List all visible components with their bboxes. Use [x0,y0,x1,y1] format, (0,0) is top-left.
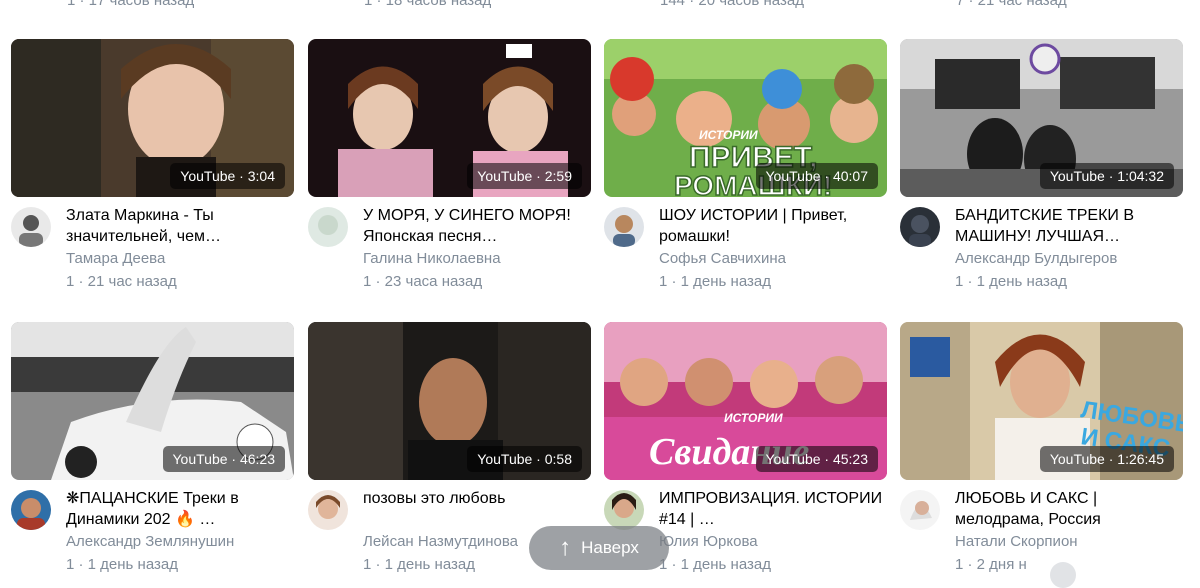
avatar[interactable] [900,490,940,530]
video-meta: 1 · 1 день назад [659,556,771,573]
video-author[interactable]: Галина Николаевна [363,250,501,267]
video-meta: 1 · 1 день назад [363,556,475,573]
video-card[interactable]: YouTube · 46:23 ❋ПАЦАНСКИЕ Треки в Динам… [11,322,294,588]
top-row-meta-1: 1 · 17 часов назад [67,0,195,9]
video-author[interactable]: Юлия Юркова [659,533,758,550]
video-title[interactable]: Злата Маркина - Ты значительней, чем… [66,205,291,247]
scroll-to-top-label: Наверх [581,538,639,557]
duration-badge: YouTube · 0:58 [467,446,582,472]
video-card[interactable]: YouTube · 2:59 У МОРЯ, У СИНЕГО МОРЯ! Яп… [308,39,591,305]
avatar[interactable] [308,207,348,247]
video-title[interactable]: ШОУ ИСТОРИИ | Привет, ромашки! [659,205,884,247]
video-author[interactable]: Александр Булдыгеров [955,250,1117,267]
video-title[interactable]: ИМПРОВИЗАЦИЯ. ИСТОРИИ #14 | … [659,488,884,530]
avatar[interactable] [900,207,940,247]
video-title[interactable]: позовы это любовь [363,488,588,509]
video-thumbnail[interactable]: YouTube · 46:23 [11,322,294,480]
video-title[interactable]: У МОРЯ, У СИНЕГО МОРЯ! Японская песня… [363,205,588,247]
video-author[interactable]: Софья Савчихина [659,250,786,267]
duration-badge: YouTube · 40:07 [755,163,878,189]
video-meta: 1 · 1 день назад [66,556,178,573]
duration-badge: YouTube · 46:23 [162,446,285,472]
video-author[interactable]: Натали Скорпион [955,533,1078,550]
video-thumbnail[interactable]: ЛЮБОВЬ И САКС YouTube · 1:26:45 [900,322,1183,480]
arrow-up-icon: ↑ [559,534,572,561]
video-meta: 1 · 1 день назад [955,273,1067,290]
video-card[interactable]: ИСТОРИИ ПРИВЕТ, РОМАШКИ! YouTube · 40:07… [604,39,887,305]
top-row-meta-2: 1 · 18 часов назад [364,0,492,9]
video-title[interactable]: ЛЮБОВЬ И САКС | мелодрама, Россия [955,488,1180,530]
loading-indicator [1050,562,1076,588]
video-thumbnail[interactable]: ИСТОРИИ Свидание YouTube · 45:23 [604,322,887,480]
video-card[interactable]: ЛЮБОВЬ И САКС YouTube · 1:26:45 ЛЮБОВЬ И… [900,322,1183,588]
video-meta: 1 · 2 дня н [955,556,1027,573]
video-title[interactable]: БАНДИТСКИЕ ТРЕКИ В МАШИНУ! ЛУЧШАЯ… [955,205,1180,247]
video-author[interactable]: Тамара Деева [66,250,165,267]
duration-badge: YouTube · 1:04:32 [1039,163,1174,189]
duration-badge: YouTube · 3:04 [170,163,285,189]
video-meta: 1 · 1 день назад [659,273,771,290]
duration-badge: YouTube · 45:23 [755,446,878,472]
video-card[interactable]: YouTube · 1:04:32 БАНДИТСКИЕ ТРЕКИ В МАШ… [900,39,1183,305]
video-title[interactable]: ❋ПАЦАНСКИЕ Треки в Динамики 202 🔥 … [66,488,291,530]
video-card[interactable]: YouTube · 3:04 Злата Маркина - Ты значит… [11,39,294,305]
avatar[interactable] [11,207,51,247]
video-thumbnail[interactable]: YouTube · 0:58 [308,322,591,480]
avatar[interactable] [11,490,51,530]
duration-badge: YouTube · 1:26:45 [1039,446,1174,472]
video-meta: 1 · 21 час назад [66,273,177,290]
scroll-to-top-button[interactable]: ↑ Наверх [529,526,669,570]
avatar[interactable] [604,490,644,530]
top-row-meta-4: 7 · 21 час назад [956,0,1067,9]
video-meta: 1 · 23 часа назад [363,273,483,290]
avatar[interactable] [308,490,348,530]
thumbnail-text: ИСТОРИИ [724,411,783,425]
video-thumbnail[interactable]: YouTube · 1:04:32 [900,39,1183,197]
video-thumbnail[interactable]: YouTube · 2:59 [308,39,591,197]
avatar[interactable] [604,207,644,247]
top-row-meta-3: 144 · 20 часов назад [660,0,804,9]
video-thumbnail[interactable]: YouTube · 3:04 [11,39,294,197]
video-author[interactable]: Лейсан Назмутдинова [363,533,518,550]
video-thumbnail[interactable]: ИСТОРИИ ПРИВЕТ, РОМАШКИ! YouTube · 40:07 [604,39,887,197]
thumbnail-text: ИСТОРИИ [699,128,758,142]
video-author[interactable]: Александр Землянушин [66,533,234,550]
duration-badge: YouTube · 2:59 [467,163,582,189]
